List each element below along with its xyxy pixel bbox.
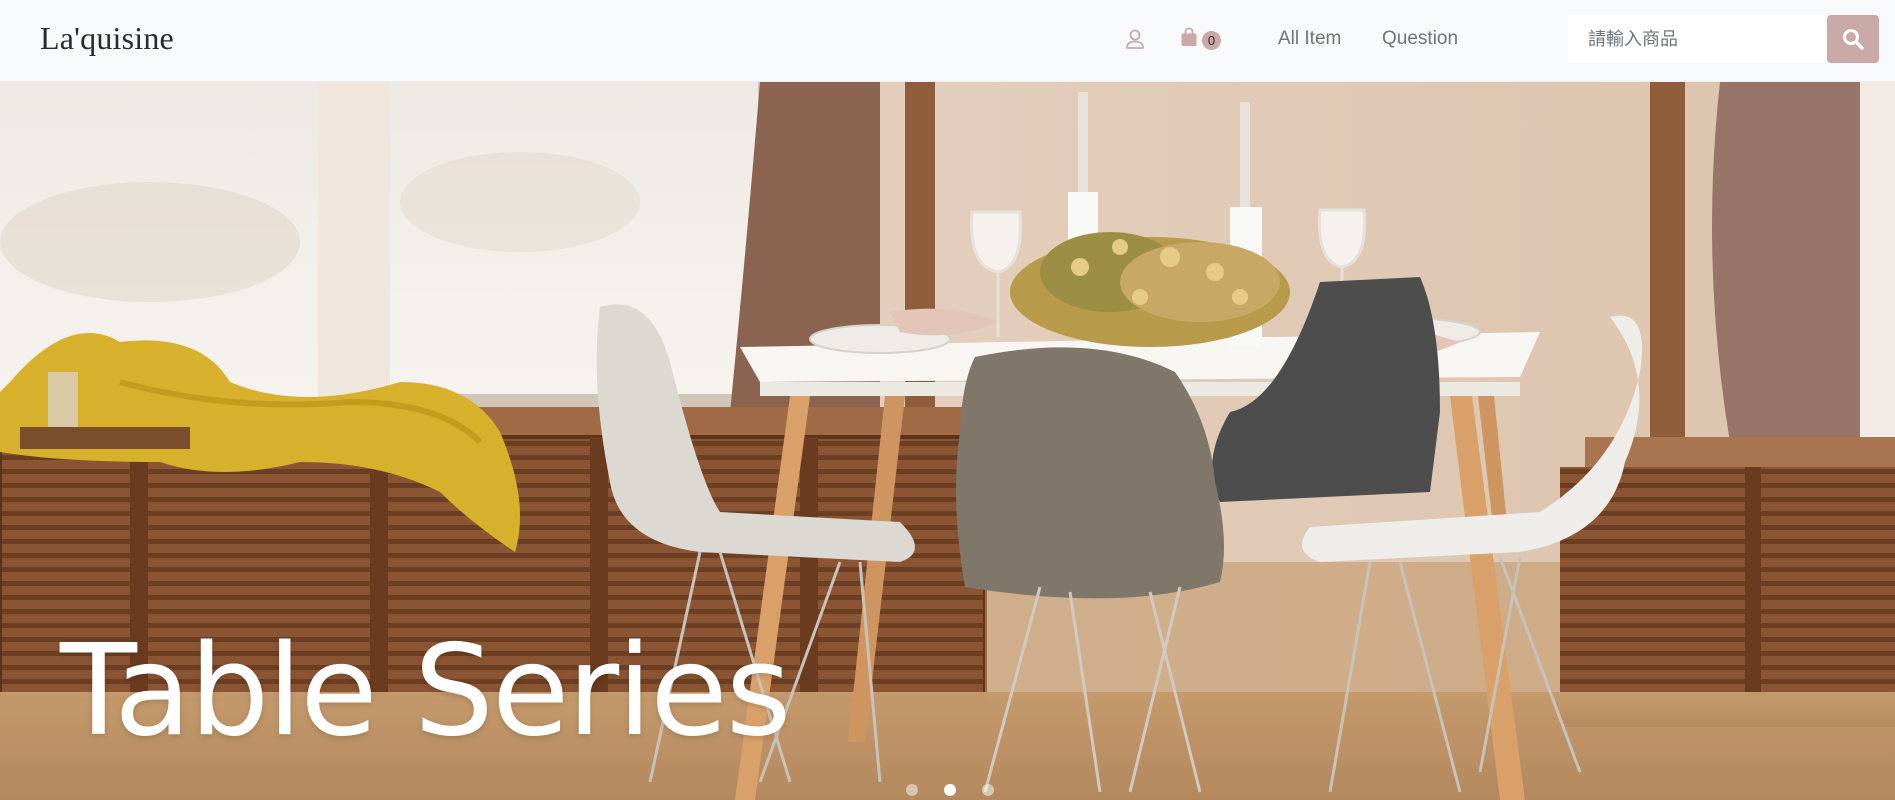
- search-button[interactable]: [1827, 15, 1879, 63]
- brand-logo[interactable]: La'quisine: [40, 20, 174, 57]
- shopping-bag-icon[interactable]: [1180, 27, 1198, 47]
- carousel-indicator-2[interactable]: [944, 784, 956, 796]
- nav-link-question[interactable]: Question: [1382, 28, 1458, 50]
- nav-link-all-item[interactable]: All Item: [1278, 28, 1341, 50]
- carousel-indicator-3[interactable]: [982, 784, 994, 796]
- navbar: La'quisine 0 All Item Question: [0, 0, 1895, 82]
- hero-carousel: Table Series: [0, 82, 1895, 800]
- hero-title: Table Series: [60, 617, 791, 764]
- search-icon: [1843, 29, 1864, 50]
- carousel-indicator-1[interactable]: [906, 784, 918, 796]
- search-input[interactable]: [1568, 15, 1826, 63]
- user-icon[interactable]: [1124, 28, 1146, 50]
- cart-count-badge: 0: [1202, 31, 1221, 50]
